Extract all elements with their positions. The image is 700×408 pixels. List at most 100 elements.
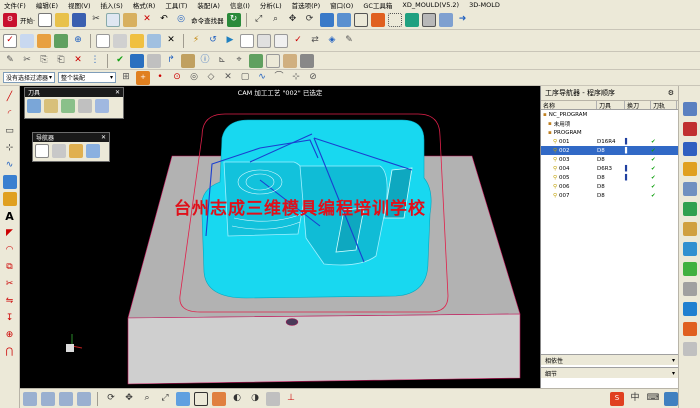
assembly-combo[interactable]: 整个装配 ▾ [58,72,116,83]
menu-item[interactable]: 首选项(P) [292,0,321,10]
display-icon[interactable] [438,12,453,27]
machine-navigator-icon[interactable] [682,182,697,196]
workpiece-icon[interactable] [283,53,297,68]
postprocess-icon[interactable] [257,33,271,48]
color-swatch-icon[interactable] [421,12,436,27]
analyze-icon[interactable]: ⌖ [232,54,246,68]
menu-item[interactable]: GC工具箱 [363,0,392,10]
check-mark-icon[interactable]: ✔ [113,54,127,68]
paste-object-icon[interactable]: ⎗ [54,54,68,68]
grid-icon[interactable] [387,12,402,27]
spline-icon[interactable]: ∿ [3,158,17,172]
chamfer-icon[interactable]: ◤ [3,226,17,240]
help-icon[interactable] [682,342,697,356]
operation-row[interactable]: ▪ NC_PROGRAM [541,110,678,119]
column-header[interactable]: 名称 [541,101,597,109]
zoom-icon[interactable]: ⌕ [269,13,283,27]
generate-toolpath-icon[interactable]: ⚡ [189,34,203,48]
operation-row[interactable]: ▪ PROGRAM [541,128,678,137]
select-all-icon[interactable]: ⊞ [119,71,133,85]
web-browser-icon[interactable] [682,302,697,316]
operation-row[interactable]: ⚲ 006 D8 ✔ [541,182,678,191]
ime-icon[interactable]: 中 [628,392,642,406]
snap-center-icon[interactable]: ◎ [187,71,201,85]
layer-settings-icon[interactable] [266,391,280,406]
zoom-view-icon[interactable]: ⌕ [140,392,154,406]
constraint-navigator-icon[interactable] [682,122,697,136]
refresh-icon[interactable]: ↻ [226,12,241,27]
orient-view-icon[interactable] [319,12,334,27]
input-method-icon[interactable]: S [610,391,624,406]
menu-item[interactable]: 编辑(E) [36,0,58,10]
column-header[interactable]: 刀具 [597,101,625,110]
program-view-icon[interactable] [96,33,110,48]
close-icon[interactable]: ✕ [101,134,106,141]
create-tool-icon[interactable] [20,33,34,48]
menu-item[interactable]: 窗口(O) [330,0,353,10]
copy-object-icon[interactable]: ⎘ [37,54,51,68]
shaded-cube-icon[interactable] [336,12,351,27]
menu-item[interactable]: 3D-MOLD [469,1,500,9]
part-navigator-icon[interactable] [682,142,697,156]
create-geometry-icon[interactable] [37,33,51,48]
feeds-speeds-icon[interactable]: ✓ [291,34,305,48]
transform-icon[interactable]: ⇄ [308,34,322,48]
operation-row[interactable]: ▪ 未用项 [541,119,678,128]
program-order-view-icon[interactable] [35,144,49,158]
orient-iso-icon[interactable] [77,391,91,406]
tool-panel-icon-5[interactable] [95,99,109,113]
copy-icon[interactable] [106,12,121,27]
assembly-navigator-icon[interactable] [682,102,697,116]
machine-tool-view-icon[interactable] [113,33,127,48]
block-icon[interactable] [2,175,17,189]
keyboard-icon[interactable]: ⌨ [646,392,660,406]
close-icon[interactable]: ✕ [164,34,178,48]
menu-item[interactable]: 工具(T) [165,0,187,10]
snap-quadrant-icon[interactable]: ◇ [204,71,218,85]
snap-curve-icon[interactable]: ∿ [255,71,269,85]
tool-path-edit-icon[interactable] [130,53,144,68]
menu-item[interactable]: XD_MOULD(V5.2) [402,1,459,9]
details-section[interactable]: 细节 ▾ [541,367,679,378]
command-finder-label[interactable]: 命令查找器 [191,15,224,25]
fixture-icon[interactable] [300,53,314,68]
menu-item[interactable]: 格式(R) [133,0,156,10]
operation-row[interactable]: ⚲ 002 D8 ▌ ✔ [541,146,678,155]
snap-intersect-icon[interactable]: ✕ [221,71,235,85]
new-file-icon[interactable] [38,12,53,27]
move-object-icon[interactable]: ➜ [456,13,470,27]
create-operation-icon[interactable]: ⊕ [71,34,85,48]
operation-row[interactable]: ⚲ 001 D16R4 ▌ ✔ [541,137,678,146]
graphics-viewport[interactable]: CAM 加工工艺 "002" 已选定 台州志成三维模具编程培训学校 刀具 ✕ 导… [20,86,540,388]
delete-object-icon[interactable]: ✕ [71,54,85,68]
machine-view-icon[interactable] [52,144,66,158]
info-icon[interactable]: ⓘ [198,54,212,68]
trim-icon[interactable]: ✂ [3,277,17,291]
snap-off-icon[interactable]: ⊘ [306,71,320,85]
tool-icon[interactable] [181,53,195,68]
project-icon[interactable]: ↧ [3,311,17,325]
start-button[interactable]: 开始· [20,15,35,25]
orient-right-icon[interactable] [59,391,73,406]
tool-panel-icon-3[interactable] [61,99,75,113]
geometry-nav-view-icon[interactable] [69,144,83,158]
menu-item[interactable]: 文件(F) [4,0,26,10]
object-icon[interactable]: ◈ [325,34,339,48]
section-icon[interactable] [404,12,419,27]
blank-icon[interactable] [266,53,280,68]
close-icon[interactable]: ✕ [115,89,120,96]
extrude-icon[interactable] [2,192,17,206]
paste-icon[interactable] [123,12,138,27]
shading-icon[interactable] [176,391,190,406]
wireframe-cube-icon[interactable] [353,12,368,27]
method-nav-view-icon[interactable] [86,144,100,158]
cutter-icon[interactable] [147,53,161,68]
menu-item[interactable]: 信息(I) [230,0,250,10]
dependencies-section[interactable]: 相依性 ▾ [541,354,679,365]
menu-item[interactable]: 分析(L) [260,0,282,10]
point-icon[interactable]: ⊹ [3,141,17,155]
section-view-icon[interactable] [212,391,226,406]
tray-icon[interactable] [664,391,678,406]
line-icon[interactable]: ╱ [3,90,17,104]
menu-item[interactable]: 视图(V) [68,0,91,10]
